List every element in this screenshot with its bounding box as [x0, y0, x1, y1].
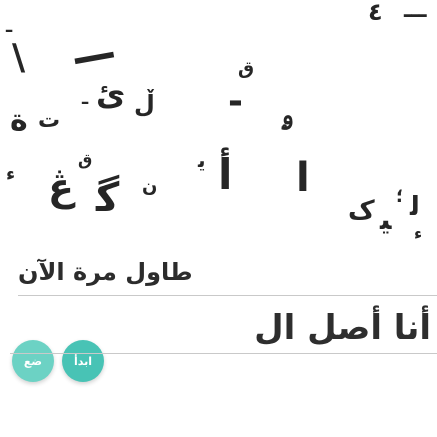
letter-tile[interactable]: ؛: [396, 188, 403, 206]
letter-tile[interactable]: ڠ: [48, 168, 74, 206]
answer-text: أنا أصل ال: [254, 308, 431, 348]
letter-tile[interactable]: ق: [238, 60, 254, 78]
letter-tile[interactable]: ـــ: [404, 0, 427, 22]
level-prompt: طاول مرة الآن: [18, 258, 193, 286]
letter-tile[interactable]: —: [68, 27, 120, 85]
answer-divider: [10, 353, 437, 354]
letter-tile[interactable]: ڵ: [134, 92, 155, 116]
letter-tile[interactable]: ء: [6, 166, 15, 184]
prompt-divider: [18, 295, 437, 296]
letter-tile[interactable]: \: [12, 40, 25, 76]
start-badge-label: ابدأ: [73, 354, 93, 368]
hint-badge-label: ضع: [23, 354, 43, 368]
letter-tile[interactable]: ﮎ: [348, 198, 375, 224]
letter-tile[interactable]: ﮔ: [96, 178, 119, 218]
start-badge[interactable]: ابدأ: [62, 340, 104, 382]
letter-tile[interactable]: ق: [78, 152, 92, 168]
letter-tile[interactable]: ۄ: [280, 104, 294, 128]
letter-tile[interactable]: ﯿ: [380, 206, 391, 234]
letter-tile[interactable]: ئ: [96, 78, 125, 110]
hint-badge[interactable]: ضع: [12, 340, 54, 382]
letter-tile[interactable]: ة: [10, 106, 28, 136]
letter-tile[interactable]: ـ: [6, 18, 12, 36]
letter-tile[interactable]: ء: [414, 226, 422, 242]
letter-tile[interactable]: أ: [218, 154, 232, 196]
letter-tile[interactable]: ﻟ: [410, 194, 420, 220]
letter-tile[interactable]: ن: [142, 178, 157, 196]
letter-tile[interactable]: ت: [38, 110, 60, 132]
letter-tile[interactable]: ـ: [82, 90, 88, 108]
letter-tile[interactable]: ٤: [368, 0, 383, 24]
letter-tile[interactable]: ﺍ: [296, 158, 310, 198]
letter-tile[interactable]: -: [228, 84, 243, 120]
answer-row: ضع ابدأ أنا أصل ال: [0, 300, 437, 400]
letter-tile[interactable]: ﯾ: [198, 150, 206, 170]
